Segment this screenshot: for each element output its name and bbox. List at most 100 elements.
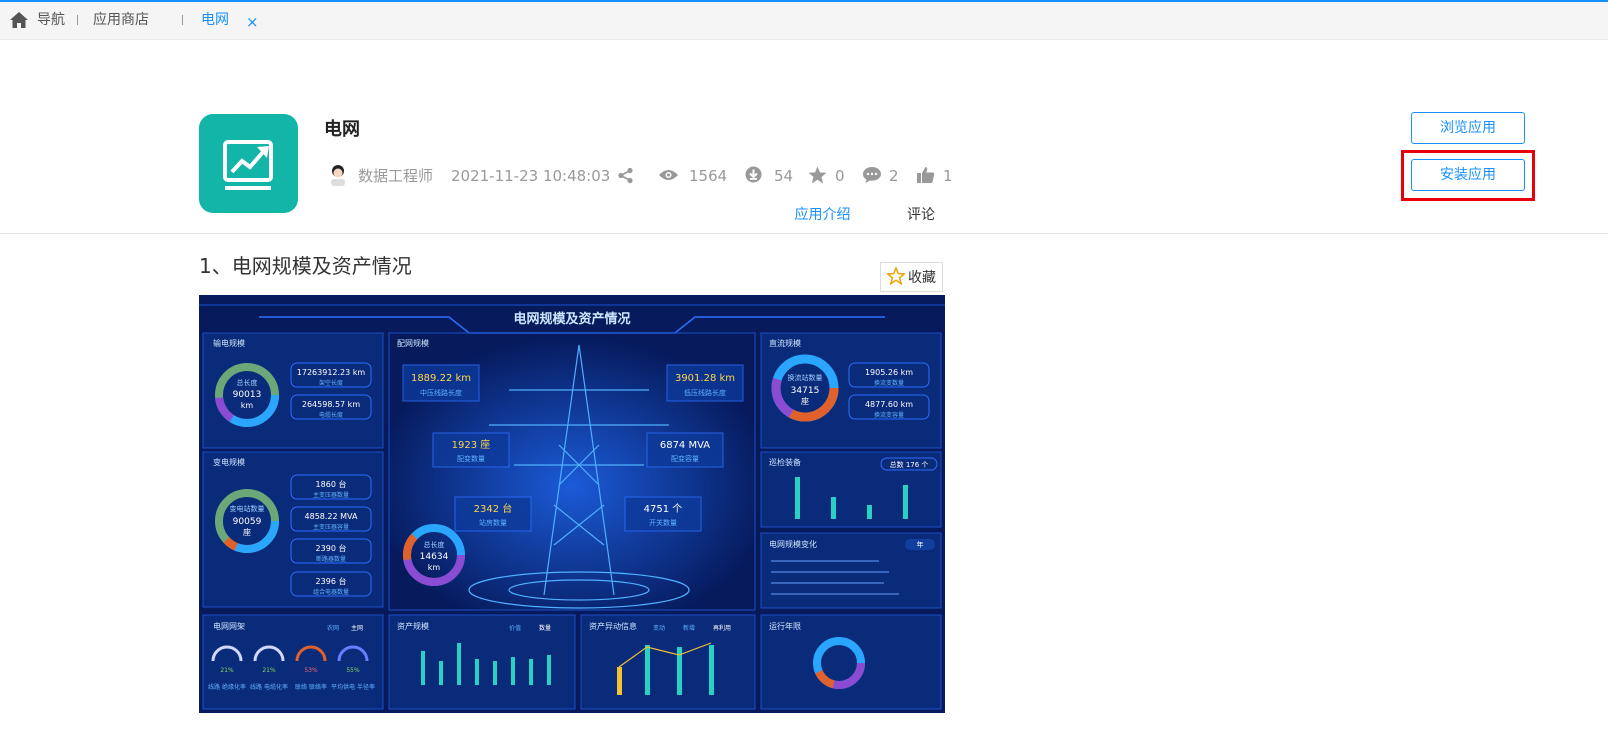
- nav-tab-home[interactable]: 导航: [37, 2, 78, 39]
- thumbs-up-icon[interactable]: [916, 166, 935, 184]
- svg-text:主变压器数量: 主变压器数量: [313, 491, 349, 499]
- download-icon: [745, 166, 762, 183]
- browse-app-button[interactable]: 浏览应用: [1411, 112, 1525, 144]
- star-icon[interactable]: [808, 166, 827, 184]
- install-highlight-box: [1401, 150, 1535, 201]
- author-name: 数据工程师: [358, 167, 434, 185]
- eye-icon: [659, 170, 678, 180]
- panel-title: 电网规模变化: [769, 539, 817, 549]
- svg-text:线路 绝缘化率: 线路 绝缘化率: [208, 683, 246, 691]
- svg-text:中压线路长度: 中压线路长度: [420, 388, 462, 397]
- tab-comments[interactable]: 评论: [893, 205, 949, 233]
- svg-text:1889.22 km: 1889.22 km: [411, 373, 471, 384]
- svg-text:90059: 90059: [233, 517, 262, 527]
- svg-text:2390 台: 2390 台: [316, 543, 347, 553]
- svg-text:90013: 90013: [233, 390, 262, 400]
- star-outline-icon: [887, 267, 905, 285]
- svg-text:2342 台: 2342 台: [474, 502, 513, 515]
- svg-text:电缆长度: 电缆长度: [319, 411, 343, 419]
- star-count: 0: [835, 167, 845, 185]
- svg-text:配变容量: 配变容量: [671, 454, 699, 463]
- panel-title: 变电规模: [213, 457, 245, 467]
- panel-title: 巡检装备: [769, 457, 801, 467]
- svg-text:6874 MVA: 6874 MVA: [660, 440, 710, 451]
- tab-label: 数量: [539, 624, 551, 632]
- panel-title: 配网规模: [397, 338, 429, 348]
- svg-text:4751 个: 4751 个: [644, 503, 683, 515]
- svg-text:1860 台: 1860 台: [316, 479, 347, 489]
- svg-text:2396 台: 2396 台: [316, 576, 347, 586]
- svg-text:53%: 53%: [304, 667, 318, 674]
- share-icon[interactable]: [617, 167, 634, 184]
- chart-trend-icon: [223, 140, 273, 190]
- nav-tab-home-label: 导航: [37, 12, 65, 28]
- tab-label: 新增: [683, 624, 695, 632]
- tab-label: 价值: [509, 624, 521, 632]
- svg-text:主变压器容量: 主变压器容量: [313, 523, 349, 531]
- svg-text:km: km: [241, 401, 254, 410]
- tab-label: 主网: [351, 624, 363, 632]
- svg-text:架空长度: 架空长度: [319, 379, 343, 387]
- dashboard-title: 电网规模及资产情况: [513, 311, 630, 327]
- svg-text:264598.57 km: 264598.57 km: [302, 400, 360, 409]
- avatar: [331, 165, 345, 186]
- svg-text:座: 座: [801, 396, 809, 406]
- svg-text:14634: 14634: [420, 552, 449, 562]
- view-count: 1564: [689, 167, 728, 185]
- value-box: 2342 台 站房数量: [454, 496, 532, 532]
- content-divider: [0, 233, 1608, 234]
- nav-tab-grid-label: 电网: [201, 12, 229, 28]
- svg-text:开关数量: 开关数量: [649, 518, 677, 527]
- value-box: 1923 座 配变数量: [432, 432, 510, 468]
- value-box: 3901.28 km 低压线路长度: [666, 364, 744, 402]
- equip-total: 总数 176 个: [890, 460, 929, 469]
- svg-text:34715: 34715: [791, 386, 820, 396]
- svg-text:配变数量: 配变数量: [457, 454, 485, 463]
- value-box: 1889.22 km 中压线路长度: [402, 364, 480, 402]
- tab-app-intro[interactable]: 应用介绍: [780, 205, 865, 234]
- dashboard-graphic: 电网规模及资产情况 输电规模 配网规模 直流规模 变电规模 巡检装备 电网规模变…: [199, 295, 945, 713]
- tab-label: 农网: [327, 624, 339, 632]
- nav-tab-app-store[interactable]: 应用商店: [93, 2, 183, 39]
- tab-label: 变动: [653, 624, 665, 632]
- panel-title: 资产规模: [397, 621, 429, 631]
- comment-count: 2: [889, 167, 899, 185]
- value-box: 4751 个 开关数量: [624, 496, 702, 532]
- svg-text:4858.22 MVA: 4858.22 MVA: [305, 512, 358, 521]
- panel-title: 资产异动信息: [589, 621, 637, 631]
- value-box: 6874 MVA 配变容量: [646, 432, 724, 468]
- tab-separator: [182, 15, 183, 25]
- svg-text:低压线路长度: 低压线路长度: [684, 388, 726, 397]
- svg-text:21%: 21%: [220, 667, 234, 674]
- favorite-button[interactable]: 收藏: [880, 262, 943, 292]
- svg-text:总长度: 总长度: [424, 540, 445, 549]
- download-count: 54: [774, 167, 794, 185]
- svg-text:变电站数量: 变电站数量: [230, 504, 265, 513]
- svg-text:1905.26 km: 1905.26 km: [865, 368, 913, 377]
- tab-label: 再利用: [713, 624, 731, 632]
- svg-text:站房数量: 站房数量: [479, 518, 507, 527]
- panel-title: 直流规模: [769, 338, 801, 348]
- nav-tab-grid[interactable]: 电网: [201, 2, 229, 39]
- svg-text:21%: 21%: [262, 667, 276, 674]
- year-tag: 年: [917, 540, 924, 549]
- panel-title: 电网网架: [213, 621, 245, 631]
- home-icon[interactable]: [9, 11, 29, 29]
- comment-icon[interactable]: [862, 166, 882, 184]
- nav-tab-bar: 导航 应用商店 电网 ×: [0, 2, 1608, 40]
- svg-text:17263912.23 km: 17263912.23 km: [297, 368, 366, 377]
- close-tab-icon[interactable]: ×: [246, 4, 259, 41]
- svg-text:km: km: [428, 563, 441, 572]
- favorite-label: 收藏: [908, 270, 936, 286]
- svg-text:联络 联络率: 联络 联络率: [295, 683, 327, 691]
- svg-text:4877.60 km: 4877.60 km: [865, 400, 913, 409]
- section-title: 1、电网规模及资产情况: [199, 254, 412, 278]
- tab-separator: [77, 15, 78, 25]
- app-title: 电网: [324, 119, 360, 140]
- svg-text:断路器数量: 断路器数量: [316, 555, 346, 563]
- svg-text:55%: 55%: [346, 667, 360, 674]
- svg-text:3901.28 km: 3901.28 km: [675, 373, 735, 384]
- svg-text:换流变数量: 换流变数量: [874, 379, 904, 387]
- svg-text:换流站数量: 换流站数量: [788, 373, 823, 382]
- panel-title: 运行年限: [769, 621, 801, 631]
